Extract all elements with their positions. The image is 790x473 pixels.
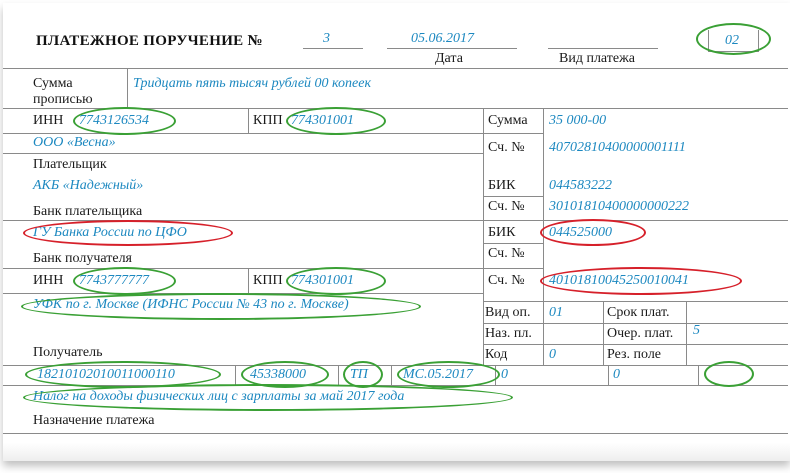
form-title: ПЛАТЕЖНОЕ ПОРУЧЕНИЕ №	[36, 33, 263, 49]
doc-number-value: 0	[501, 367, 508, 382]
col-rule	[608, 365, 609, 385]
row-rule	[483, 133, 543, 134]
payer-bank-label: Банк плательщика	[33, 204, 143, 219]
payment-type-label: Вид платежа	[559, 51, 636, 66]
amount-words-value: Тридцать пять тысяч рублей 00 копеек	[133, 76, 372, 91]
srok-label: Срок плат.	[607, 305, 670, 320]
date-label: Дата	[435, 51, 463, 66]
doc-date-value: 0	[613, 367, 620, 382]
payee-account-highlight-oval	[540, 267, 742, 295]
payee-inn-label: ИНН	[33, 273, 64, 288]
payee-account-label: Сч. №	[488, 273, 525, 288]
amount-label: Сумма	[488, 113, 528, 128]
col-rule	[686, 301, 687, 366]
col-rule	[127, 68, 128, 108]
row-rule	[483, 196, 543, 197]
row-rule	[3, 433, 788, 434]
col-rule	[248, 268, 249, 293]
row-rule	[483, 243, 543, 244]
order-date: 05.06.2017	[411, 31, 474, 46]
payer-kpp-label: КПП	[253, 113, 283, 128]
payee-bank-highlight-oval	[23, 220, 233, 246]
col-rule	[603, 301, 604, 366]
payer-name: ООО «Весна»	[33, 135, 116, 150]
date-underline	[387, 48, 517, 49]
payer-bank-bik-label: БИК	[488, 178, 516, 193]
doc-type-highlight-oval	[704, 361, 754, 387]
payee-bank-account-label: Сч. №	[488, 246, 525, 261]
payer-inn-highlight-oval	[73, 107, 176, 135]
order-number: 3	[323, 31, 330, 46]
payer-inn-label: ИНН	[33, 113, 64, 128]
col-rule	[248, 108, 249, 133]
payee-bank-bik-label: БИК	[488, 225, 516, 240]
right-col-rule	[483, 108, 484, 366]
purpose-highlight-oval	[23, 384, 513, 411]
number-underline	[303, 48, 363, 49]
row-rule	[3, 133, 483, 134]
amount-words-label-2: прописью	[33, 92, 93, 107]
col-rule	[235, 365, 236, 385]
payer-kpp-highlight-oval	[286, 107, 386, 135]
payer-bank-name: АКБ «Надежный»	[33, 178, 144, 193]
row-rule	[3, 153, 483, 154]
purpose-label: Назначение платежа	[33, 413, 155, 428]
payment-type-underline	[548, 48, 658, 49]
payer-bank-account-label: Сч. №	[488, 199, 525, 214]
row-rule	[483, 301, 788, 302]
payee-kpp-highlight-oval	[286, 267, 386, 295]
row-rule	[3, 68, 788, 69]
payer-account: 40702810400000001111	[549, 140, 686, 155]
col-rule	[338, 365, 339, 385]
kod-value: 0	[549, 347, 556, 362]
payer-bank-account: 30101810400000000222	[549, 199, 689, 214]
col-rule	[698, 365, 699, 385]
payee-name-highlight-oval	[21, 293, 421, 320]
period-highlight-oval	[397, 361, 500, 388]
row-rule	[3, 268, 543, 269]
row-rule	[483, 344, 788, 345]
payee-bik-highlight-oval	[540, 219, 646, 246]
ocher-value: 5	[693, 323, 700, 338]
status-highlight-oval	[696, 23, 771, 55]
vid-op-value: 01	[549, 305, 563, 320]
payee-kpp-label: КПП	[253, 273, 283, 288]
payer-bank-bik: 044583222	[549, 178, 612, 193]
row-rule	[483, 323, 788, 324]
amount-words-label-1: Сумма	[33, 76, 73, 91]
payee-inn-highlight-oval	[73, 267, 176, 295]
rez-label: Рез. поле	[607, 347, 662, 362]
kod-label: Код	[485, 347, 508, 362]
payee-bank-label: Банк получателя	[33, 251, 132, 266]
payer-account-label: Сч. №	[488, 140, 525, 155]
amount-value: 35 000-00	[549, 113, 607, 128]
col-rule	[391, 365, 392, 385]
naz-pl-label: Наз. пл.	[485, 326, 532, 341]
payment-order-form: ПЛАТЕЖНОЕ ПОРУЧЕНИЕ № 3 05.06.2017 Дата …	[3, 3, 790, 461]
ocher-label: Очер. плат.	[607, 326, 674, 341]
vid-op-label: Вид оп.	[485, 305, 531, 320]
payee-label: Получатель	[33, 345, 103, 360]
payer-label: Плательщик	[33, 157, 107, 172]
